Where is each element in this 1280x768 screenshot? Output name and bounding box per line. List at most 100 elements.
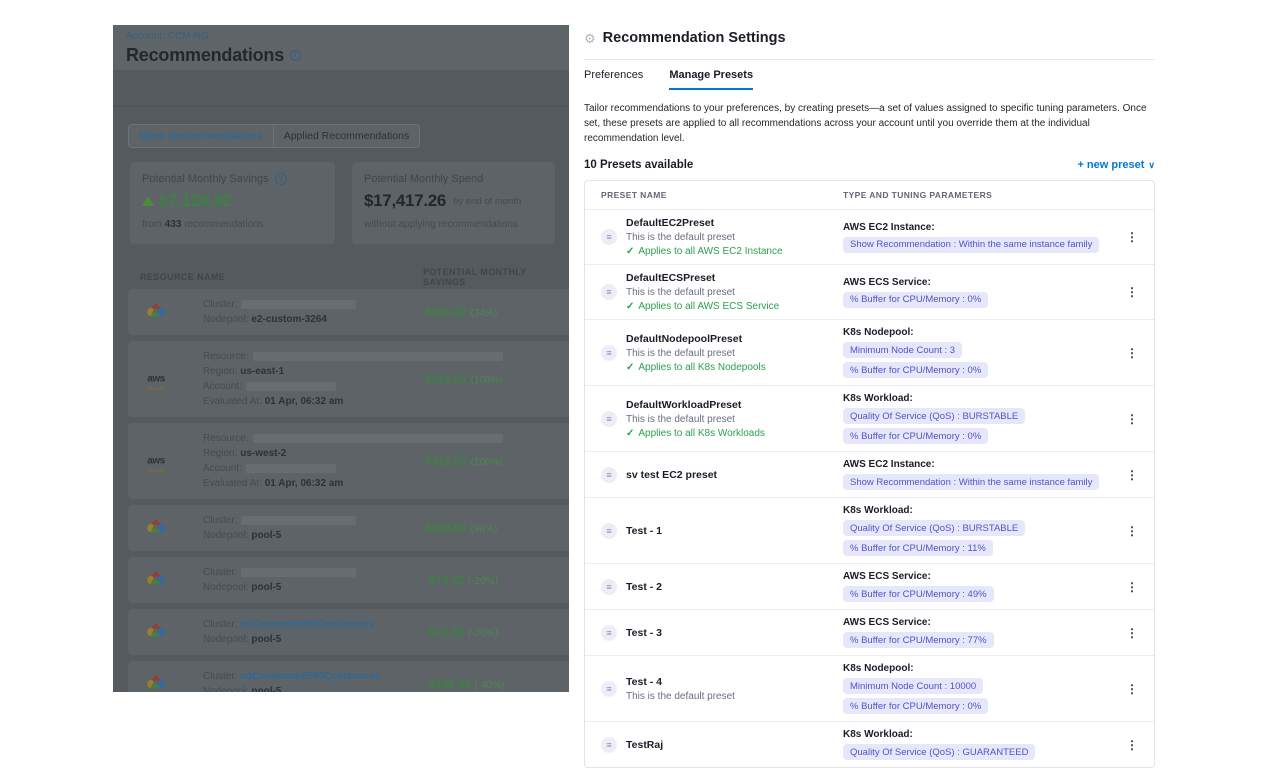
preset-type: K8s Workload:: [843, 393, 1110, 404]
preset-type: AWS ECS Service:: [843, 617, 1110, 628]
chevron-down-icon: ∨: [1148, 160, 1155, 170]
presets-table: PRESET NAME TYPE AND TUNING PARAMETERS ≡…: [584, 180, 1155, 768]
preset-row[interactable]: ≡ TestRaj K8s Workload: Quality Of Servi…: [585, 722, 1154, 767]
column-type-tuning-parameters: TYPE AND TUNING PARAMETERS: [843, 190, 1110, 200]
preset-row[interactable]: ≡ Test - 1 K8s Workload: Quality Of Serv…: [585, 498, 1154, 564]
resource-line: Account:: [203, 379, 569, 394]
resource-value: us-east-1: [237, 366, 284, 377]
resource-line: Resource:: [203, 349, 569, 364]
gcp-icon: [144, 620, 168, 639]
more-options-button[interactable]: ⋮: [1110, 524, 1154, 538]
column-potential-monthly-savings: POTENTIAL MONTHLY SAVINGS: [423, 267, 569, 287]
presets-count: 10 Presets available: [584, 159, 693, 171]
spend-card-label: Potential Monthly Spend: [364, 173, 483, 185]
resource-value: pool-5: [249, 634, 282, 645]
more-options-button[interactable]: ⋮: [1110, 738, 1154, 752]
info-icon[interactable]: i: [290, 50, 301, 61]
tab-applied-recommendations[interactable]: Applied Recommendations: [273, 125, 420, 147]
preset-type: K8s Workload:: [843, 505, 1110, 516]
preset-drag-icon: ≡: [601, 579, 617, 595]
preset-row[interactable]: ≡ Test - 4 This is the default preset K8…: [585, 656, 1154, 722]
more-options-button[interactable]: ⋮: [1110, 626, 1154, 640]
preset-drag-icon: ≡: [601, 229, 617, 245]
preset-type: AWS EC2 Instance:: [843, 222, 1110, 233]
preset-row[interactable]: ≡ DefaultECSPreset This is the default p…: [585, 265, 1154, 320]
preset-type: AWS ECS Service:: [843, 571, 1110, 582]
tuning-parameter-tag: % Buffer for CPU/Memory : 0%: [843, 292, 988, 308]
recommendation-row[interactable]: Cluster:Nodepool: e2-custom-3264 $229.42…: [128, 289, 569, 335]
tuning-parameter-tag: % Buffer for CPU/Memory : 0%: [843, 428, 988, 444]
more-options-button[interactable]: ⋮: [1110, 412, 1154, 426]
resource-details: Resource:Region: us-east-1Account:Evalua…: [203, 349, 569, 409]
tuning-parameter-tag: Show Recommendation : Within the same in…: [843, 474, 1099, 490]
resource-value: pool-5: [249, 686, 282, 692]
preset-drag-icon: ≡: [601, 284, 617, 300]
provider-icon: [141, 620, 171, 644]
check-icon: ✓: [626, 362, 634, 373]
more-options-button[interactable]: ⋮: [1110, 468, 1154, 482]
more-options-button[interactable]: ⋮: [1110, 580, 1154, 594]
resource-line: Cluster:: [203, 297, 569, 312]
preset-type: AWS EC2 Instance:: [843, 459, 1110, 470]
preset-applies: ✓Applies to all K8s Workloads: [626, 428, 765, 439]
preset-drag-icon: ≡: [601, 523, 617, 539]
spend-amount-suffix: by end of month: [453, 196, 521, 207]
column-preset-name: PRESET NAME: [601, 190, 843, 200]
preset-row[interactable]: ≡ DefaultEC2Preset This is the default p…: [585, 210, 1154, 265]
gcp-icon: [144, 672, 168, 691]
aws-icon: aws: [141, 451, 171, 472]
help-icon[interactable]: ?: [275, 173, 287, 185]
more-options-button[interactable]: ⋮: [1110, 285, 1154, 299]
preset-drag-icon: ≡: [601, 625, 617, 641]
savings-cell: -$73.22(-20%): [425, 571, 498, 589]
tab-preferences[interactable]: Preferences: [584, 69, 643, 90]
recommendation-row[interactable]: Cluster: cdConnector8590CostaccessNodepo…: [128, 661, 569, 692]
resource-details: Cluster:Nodepool: pool-5: [203, 513, 569, 543]
recommendation-row[interactable]: Cluster:Nodepool: pool-5 -$73.22(-20%): [128, 557, 569, 603]
preset-row[interactable]: ≡ DefaultWorkloadPreset This is the defa…: [585, 386, 1154, 452]
preset-row[interactable]: ≡ DefaultNodepoolPreset This is the defa…: [585, 320, 1154, 386]
preset-applies: ✓Applies to all AWS EC2 Instance: [626, 246, 783, 257]
savings-cell: $312.23(100%): [425, 452, 503, 470]
recommendation-row[interactable]: aws Resource:Region: us-west-2Account:Ev…: [128, 423, 569, 499]
preset-drag-icon: ≡: [601, 411, 617, 427]
more-options-button[interactable]: ⋮: [1110, 682, 1154, 696]
tuning-parameter-tag: Minimum Node Count : 10000: [843, 678, 983, 694]
tuning-parameter-tag: Minimum Node Count : 3: [843, 342, 962, 358]
preset-name: TestRaj: [626, 739, 663, 751]
tab-open-recommendations[interactable]: Open Recommendations: [129, 125, 273, 147]
spend-subtext: without applying recommendations: [364, 219, 543, 230]
page-header: Account: CCM-NG Recommendations i: [113, 25, 569, 70]
resource-line: Cluster: cdConnector8590Costaccess: [203, 669, 569, 684]
settings-tabs: Preferences Manage Presets: [584, 69, 1155, 90]
account-breadcrumb[interactable]: Account: CCM-NG: [126, 31, 569, 42]
preset-subtitle: This is the default preset: [626, 232, 783, 243]
preset-row[interactable]: ≡ Test - 3 AWS ECS Service: % Buffer for…: [585, 610, 1154, 656]
cluster-link[interactable]: cdConnector965Costaccess: [237, 619, 374, 630]
preset-type: AWS ECS Service:: [843, 277, 1110, 288]
recommendation-row[interactable]: Cluster:Nodepool: pool-5 $234.90(96%): [128, 505, 569, 551]
new-preset-button[interactable]: + new preset∨: [1077, 159, 1155, 171]
resource-line: Nodepool: pool-5: [203, 580, 569, 595]
redacted-value: [241, 568, 356, 577]
recommendation-row[interactable]: Cluster: cdConnector965CostaccessNodepoo…: [128, 609, 569, 655]
more-options-button[interactable]: ⋮: [1110, 230, 1154, 244]
preset-subtitle: This is the default preset: [626, 348, 766, 359]
savings-cell: $234.90(96%): [425, 519, 497, 537]
preset-name: DefaultWorkloadPreset: [626, 399, 765, 411]
more-options-button[interactable]: ⋮: [1110, 346, 1154, 360]
resource-line: Region: us-east-1: [203, 364, 569, 379]
divider: [584, 59, 1155, 60]
preset-row[interactable]: ≡ Test - 2 AWS ECS Service: % Buffer for…: [585, 564, 1154, 610]
preset-row[interactable]: ≡ sv test EC2 preset AWS EC2 Instance: S…: [585, 452, 1154, 498]
check-icon: ✓: [626, 301, 634, 312]
savings-amount: $7,128.92: [159, 191, 232, 211]
redacted-value: [246, 382, 336, 391]
resource-line: Nodepool: pool-5: [203, 528, 569, 543]
recommendation-row[interactable]: aws Resource:Region: us-east-1Account:Ev…: [128, 341, 569, 417]
cluster-link[interactable]: cdConnector8590Costaccess: [237, 671, 379, 682]
recommendations-tabs: Open Recommendations Applied Recommendat…: [128, 124, 420, 148]
recommendation-settings-drawer: ⚙ Recommendation Settings Preferences Ma…: [584, 30, 1155, 768]
resource-line: Nodepool: pool-5: [203, 684, 569, 692]
tab-manage-presets[interactable]: Manage Presets: [669, 69, 753, 90]
